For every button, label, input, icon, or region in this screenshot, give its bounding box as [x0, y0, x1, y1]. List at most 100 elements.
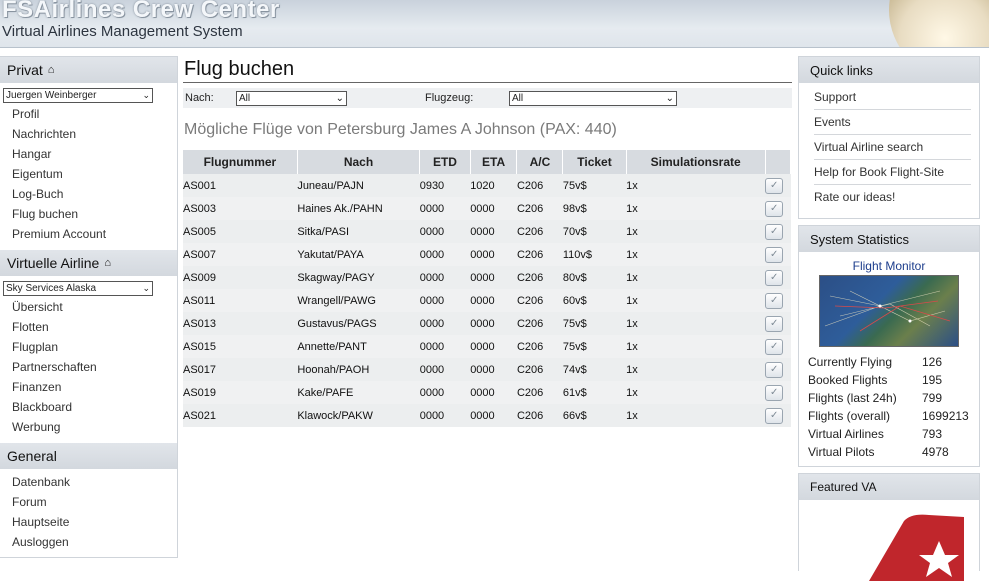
flight-number-cell: AS019: [183, 386, 217, 399]
column-header-destination: Nach: [297, 150, 421, 174]
flight-monitor-link[interactable]: Flight Monitor: [799, 259, 979, 273]
table-row: AS003 Haines Ak./PAHN 0000 0000 C206 98v$ 1x ✓: [183, 197, 791, 220]
site-header: FSAirlines Crew Center Virtual Airlines …: [0, 0, 989, 48]
ticket-price-cell: 66v$: [562, 409, 587, 422]
quick-link-help-book-flight[interactable]: Help for Book Flight-Site: [814, 160, 971, 185]
table-row: AS021 Klawock/PAKW 0000 0000 C206 66v$ 1x ✓: [183, 404, 791, 427]
airline-select[interactable]: Sky Services Alaska ⌄: [3, 281, 153, 296]
stat-label: Flights (overall): [808, 409, 891, 423]
destination-cell[interactable]: Gustavus/PAGS: [297, 312, 419, 335]
aircraft-cell: C206: [516, 294, 544, 307]
sidebar-item-blackboard[interactable]: Blackboard: [0, 397, 177, 417]
destination-cell[interactable]: Skagway/PAGY: [297, 266, 419, 289]
sidebar-item-eigentum[interactable]: Eigentum: [0, 164, 177, 184]
table-row: AS011 Wrangell/PAWG 0000 0000 C206 60v$ 1x ✓: [183, 289, 791, 312]
stat-label: Flights (last 24h): [808, 391, 897, 405]
flight-number-cell: AS011: [183, 294, 216, 307]
simulation-rate-cell: 1x: [626, 363, 638, 376]
book-cell: ✓: [765, 266, 790, 289]
destination-cell[interactable]: Klawock/PAKW: [297, 404, 419, 427]
destination-cell[interactable]: Wrangell/PAWG: [297, 289, 419, 312]
simulation-rate-cell: 1x: [626, 248, 638, 261]
aircraft-filter-select[interactable]: All ⌄: [509, 90, 677, 106]
book-cell: ✓: [765, 197, 790, 220]
destination-filter-select[interactable]: All ⌄: [236, 90, 347, 106]
book-flight-icon[interactable]: ✓: [765, 200, 784, 217]
pilot-select[interactable]: Juergen Weinberger ⌄: [3, 88, 153, 103]
book-flight-icon[interactable]: ✓: [765, 338, 784, 355]
book-flight-icon[interactable]: ✓: [765, 246, 784, 263]
section-header-privat[interactable]: Privat ⌂: [0, 57, 177, 83]
destination-cell[interactable]: Yakutat/PAYA: [297, 243, 419, 266]
eta-cell: 0000: [470, 202, 495, 215]
quick-links-list: Support Events Virtual Airline search He…: [799, 83, 979, 209]
quick-links-panel: Quick links Support Events Virtual Airli…: [798, 56, 980, 219]
book-flight-icon[interactable]: ✓: [765, 361, 784, 378]
left-sidebar: Privat ⌂ Juergen Weinberger ⌄ Profil Nac…: [0, 56, 178, 558]
etd-cell: 0000: [419, 340, 445, 353]
sidebar-item-partnerschaften[interactable]: Partnerschaften: [0, 357, 177, 377]
section-title-general: General: [7, 448, 57, 464]
book-cell: ✓: [765, 358, 790, 381]
sidebar-item-flug-buchen[interactable]: Flug buchen: [0, 204, 177, 224]
featured-va-logo[interactable]: [799, 501, 979, 581]
book-flight-icon[interactable]: ✓: [765, 177, 784, 194]
sidebar-item-datenbank[interactable]: Datenbank: [0, 472, 177, 492]
destination-cell[interactable]: Haines Ak./PAHN: [297, 197, 419, 220]
book-flight-icon[interactable]: ✓: [765, 384, 784, 401]
destination-cell[interactable]: Sitka/PASI: [297, 220, 419, 243]
book-flight-icon[interactable]: ✓: [765, 292, 784, 309]
sidebar-item-premium-account[interactable]: Premium Account: [0, 224, 177, 244]
sidebar-item-finanzen[interactable]: Finanzen: [0, 377, 177, 397]
flight-number-cell: AS003: [183, 202, 217, 215]
destination-cell[interactable]: Hoonah/PAOH: [297, 358, 419, 381]
quick-link-rate-ideas[interactable]: Rate our ideas!: [814, 185, 971, 209]
destination-cell[interactable]: Kake/PAFE: [297, 381, 419, 404]
sidebar-item-werbung[interactable]: Werbung: [0, 417, 177, 437]
home-icon[interactable]: ⌂: [48, 64, 55, 76]
chevron-down-icon: ⌄: [665, 92, 674, 104]
sidebar-item-nachrichten[interactable]: Nachrichten: [0, 124, 177, 144]
eta-cell: 1020: [470, 179, 495, 192]
aircraft-cell: C206: [516, 202, 544, 215]
eta-cell: 0000: [470, 386, 495, 399]
sidebar-item-forum[interactable]: Forum: [0, 492, 177, 512]
stat-value: 195: [922, 373, 943, 387]
etd-cell: 0930: [419, 179, 445, 192]
stat-label: Virtual Pilots: [808, 445, 875, 459]
home-icon[interactable]: ⌂: [104, 257, 111, 269]
stat-value: 4978: [922, 445, 949, 459]
sidebar-item-flotten[interactable]: Flotten: [0, 317, 177, 337]
section-header-airline[interactable]: Virtuelle Airline ⌂: [0, 250, 177, 276]
sidebar-item-hangar[interactable]: Hangar: [0, 144, 177, 164]
book-flight-icon[interactable]: ✓: [765, 223, 784, 240]
airline-select-value: Sky Services Alaska: [6, 283, 97, 294]
quick-link-events[interactable]: Events: [814, 110, 971, 135]
flight-number-cell: AS005: [183, 225, 217, 238]
destination-cell[interactable]: Annette/PANT: [297, 335, 419, 358]
sidebar-item-flugplan[interactable]: Flugplan: [0, 337, 177, 357]
statistics-list: Currently Flying 126 Booked Flights 195 …: [799, 353, 979, 461]
destination-cell[interactable]: Juneau/PAJN: [297, 174, 419, 197]
book-flight-icon[interactable]: ✓: [765, 315, 784, 332]
quick-link-support[interactable]: Support: [814, 85, 971, 110]
featured-va-logo-graphic: [869, 514, 964, 581]
eta-cell: 0000: [470, 409, 495, 422]
sidebar-item-uebersicht[interactable]: Übersicht: [0, 297, 177, 317]
column-header-aircraft: A/C: [516, 150, 564, 174]
sidebar-item-profil[interactable]: Profil: [0, 104, 177, 124]
flight-monitor-map[interactable]: [819, 275, 959, 347]
sidebar-item-log-buch[interactable]: Log-Buch: [0, 184, 177, 204]
column-header-ticket: Ticket: [562, 150, 627, 174]
book-flight-icon[interactable]: ✓: [765, 407, 784, 424]
sidebar-item-ausloggen[interactable]: Ausloggen: [0, 532, 177, 552]
flight-number-cell: AS021: [183, 409, 217, 422]
sidebar-item-hauptseite[interactable]: Hauptseite: [0, 512, 177, 532]
general-menu: Datenbank Forum Hauptseite Ausloggen: [0, 472, 177, 552]
flight-routes-graphic: [824, 290, 951, 332]
destination-filter-value: All: [239, 92, 251, 104]
book-flight-icon[interactable]: ✓: [765, 269, 784, 286]
ticket-price-cell: 74v$: [562, 363, 587, 376]
quick-link-va-search[interactable]: Virtual Airline search: [814, 135, 971, 160]
airline-menu: Übersicht Flotten Flugplan Partnerschaft…: [0, 297, 177, 437]
